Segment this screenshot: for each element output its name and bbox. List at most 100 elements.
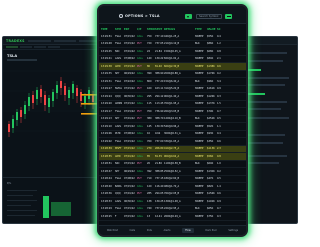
list-item[interactable] bbox=[7, 205, 31, 207]
terminal-tab[interactable] bbox=[6, 46, 18, 48]
list-item[interactable] bbox=[247, 134, 285, 136]
topbar-item[interactable] bbox=[53, 39, 77, 42]
table-row[interactable]: 13:28:33 AAPL 06/30/22 CALL 138 139.25 1300@1.… bbox=[99, 198, 246, 206]
topbar-item[interactable] bbox=[27, 39, 51, 42]
symbol-cell: AAPL bbox=[115, 124, 122, 128]
terminal-tab[interactable] bbox=[20, 46, 32, 48]
table-row[interactable]: 13:29:51 TSLA 07/15/22 CALL 750 737.10 440@1.2… bbox=[99, 33, 246, 41]
price-chart[interactable]: TSLA bbox=[3, 51, 105, 151]
column-header[interactable]: SPOT bbox=[155, 28, 164, 31]
type-cell: SWEEP bbox=[195, 109, 204, 113]
call-put-cell: PUT bbox=[137, 87, 142, 91]
list-item[interactable] bbox=[7, 195, 33, 197]
table-row[interactable]: 13:28:25 F 07/15/22 CALL 13 12.41 2600@0.29_A S… bbox=[99, 213, 246, 221]
table-row[interactable]: 13:29:31 TSLA 07/22/22 CALL 800 737.20 150@6.4… bbox=[99, 78, 246, 86]
spot-cell: 388.70 bbox=[155, 117, 164, 121]
spot-cell: 21.84 bbox=[155, 49, 162, 53]
column-header[interactable]: SYM bbox=[115, 28, 124, 31]
list-item[interactable] bbox=[247, 142, 283, 144]
value-cell: $65K bbox=[207, 207, 214, 211]
table-row[interactable]: 13:29:27 NVDA 07/15/22 PUT 160 163.11 310@5.20… bbox=[99, 86, 246, 93]
time-cell: 13:29:31 bbox=[101, 79, 112, 83]
table-row[interactable]: 13:29:13 SPY 07/01/22 PUT 380 388.70 1200@2.10… bbox=[99, 116, 246, 123]
expiry-cell: 07/08/22 bbox=[124, 132, 135, 136]
nav-tab-puts[interactable]: Puts bbox=[147, 229, 152, 232]
symbol-cell: SPY bbox=[115, 117, 120, 121]
expiry-cell: 06/29/22 bbox=[124, 169, 135, 173]
column-header[interactable]: C/P bbox=[137, 28, 147, 31]
list-item[interactable] bbox=[247, 52, 287, 54]
nav-tab-dark-pool[interactable]: Dark Pool bbox=[205, 229, 216, 232]
table-row[interactable]: 13:29:38 AMD 07/15/22 PUT 80 81.40 600@2.30_B S… bbox=[99, 63, 246, 71]
column-header[interactable]: TIME bbox=[101, 28, 115, 31]
list-item[interactable] bbox=[247, 77, 289, 79]
column-header[interactable]: TYPE bbox=[195, 28, 207, 31]
list-item[interactable] bbox=[247, 162, 279, 164]
value-cell: $82K bbox=[207, 184, 214, 188]
list-item[interactable] bbox=[7, 190, 37, 192]
call-put-cell: CALL bbox=[137, 49, 143, 53]
table-row[interactable]: 13:29:20 AMZN 07/15/22 CALL 115 113.45 700@1.9… bbox=[99, 101, 246, 108]
terminal-tab[interactable] bbox=[48, 46, 60, 48]
spot-cell: 9.62 bbox=[155, 132, 161, 136]
nav-tab-flow[interactable]: Flow bbox=[182, 228, 194, 233]
table-row[interactable]: 13:29:24 QQQ 06/30/22 CALL 295 294.12 900@1.40… bbox=[99, 93, 246, 101]
list-item[interactable] bbox=[7, 210, 37, 212]
nav-tab-watchlist[interactable]: Watchlist bbox=[107, 229, 118, 232]
strike-cell: 20 bbox=[147, 162, 151, 166]
table-row[interactable]: 13:29:41 AAPL 07/08/22 CALL 140 139.22 820@1.0… bbox=[99, 56, 246, 63]
details-cell: 2600@0.29_A bbox=[164, 214, 181, 218]
column-header[interactable]: STRIKE bbox=[147, 28, 155, 31]
table-row[interactable]: 13:29:06 PLTR 07/08/22 CALL 10 9.62 3000@0.31_… bbox=[99, 131, 246, 138]
table-row[interactable]: 13:28:59 MSFT 07/15/22 CALL 270 266.80 410@2.7… bbox=[99, 145, 246, 153]
call-put-cell: PUT bbox=[137, 42, 142, 46]
table-row[interactable]: 13:28:29 TSLA 07/15/22 CALL 740 737.05 220@2.9… bbox=[99, 206, 246, 213]
call-put-cell: CALL bbox=[137, 79, 143, 83]
list-item[interactable] bbox=[247, 84, 285, 86]
score-cell: 0.4 bbox=[217, 34, 221, 38]
table-row[interactable]: 13:29:48 TSLA 07/15/22 PUT 720 737.05 210@4.10… bbox=[99, 41, 246, 48]
type-cell: SWEEP bbox=[195, 94, 204, 98]
table-row[interactable]: 13:28:55 AMD 07/01/22 CALL 85 81.35 900@0.62_A… bbox=[99, 153, 246, 161]
search-input[interactable]: Search Symbol bbox=[196, 14, 222, 19]
table-row[interactable]: 13:29:02 TSLA 07/15/22 CALL 760 737.00 330@1.0… bbox=[99, 138, 246, 146]
column-header[interactable]: SC bbox=[217, 28, 223, 31]
symbol-cell: QQQ bbox=[115, 192, 121, 196]
score-cell: 0.9 bbox=[217, 87, 221, 91]
column-header[interactable]: EXP bbox=[124, 28, 137, 31]
list-item[interactable] bbox=[247, 108, 281, 110]
spot-cell: 21.80 bbox=[155, 162, 162, 166]
strike-cell: 390 bbox=[147, 72, 152, 76]
list-item[interactable] bbox=[247, 60, 283, 62]
terminal-tab[interactable] bbox=[34, 46, 46, 48]
table-row[interactable]: 13:28:51 NIO 07/15/22 PUT 20 21.80 1100@0.58_B… bbox=[99, 161, 246, 168]
column-header[interactable]: DETAILS bbox=[164, 28, 195, 31]
list-item[interactable] bbox=[247, 155, 287, 157]
dropdown-button[interactable] bbox=[185, 14, 192, 19]
list-item[interactable] bbox=[247, 101, 287, 103]
table-row[interactable]: 13:28:40 BABA 07/15/22 CALL 120 116.40 480@1.7… bbox=[99, 183, 246, 191]
table-row[interactable]: 13:29:45 NIO 07/01/22 CALL 22 21.84 1500@0.45_… bbox=[99, 48, 246, 56]
table-row[interactable]: 13:29:10 AAPL 07/15/22 CALL 145 139.30 540@0.9… bbox=[99, 123, 246, 131]
column-header[interactable]: VALUE bbox=[207, 28, 217, 31]
nav-tab-settings[interactable]: Settings bbox=[228, 229, 238, 232]
list-item[interactable] bbox=[247, 117, 289, 119]
list-item[interactable] bbox=[7, 215, 35, 217]
list-item[interactable] bbox=[7, 200, 37, 202]
type-cell: BLK bbox=[195, 162, 200, 166]
nav-tab-calls[interactable]: Calls bbox=[129, 229, 135, 232]
value-cell: $192K bbox=[207, 199, 215, 203]
strike-cell: 760 bbox=[147, 139, 152, 143]
table-row[interactable]: 13:29:17 TSLA 07/15/22 PUT 700 736.90 260@3.05… bbox=[99, 108, 246, 116]
nav-tab-alerts[interactable]: Alerts bbox=[164, 229, 171, 232]
time-cell: 13:28:29 bbox=[101, 207, 112, 211]
table-row[interactable]: 13:28:44 TSLA 07/08/22 PUT 710 737.15 180@2.60… bbox=[99, 176, 246, 183]
table-row[interactable]: 13:28:47 SPY 06/29/22 CALL 392 388.85 2500@0.5… bbox=[99, 168, 246, 176]
spot-cell: 81.40 bbox=[155, 64, 162, 68]
menu-button[interactable] bbox=[225, 14, 232, 20]
score-cell: 3.4 bbox=[217, 79, 221, 83]
table-row[interactable]: 13:28:36 QQQ 07/01/22 PUT 285 294.05 760@2.05_… bbox=[99, 191, 246, 198]
spot-cell: 737.15 bbox=[155, 177, 164, 181]
strike-cell: 140 bbox=[147, 57, 152, 61]
table-row[interactable]: 13:29:35 SPY 06/29/22 CALL 390 388.90 2000@0.8… bbox=[99, 71, 246, 78]
